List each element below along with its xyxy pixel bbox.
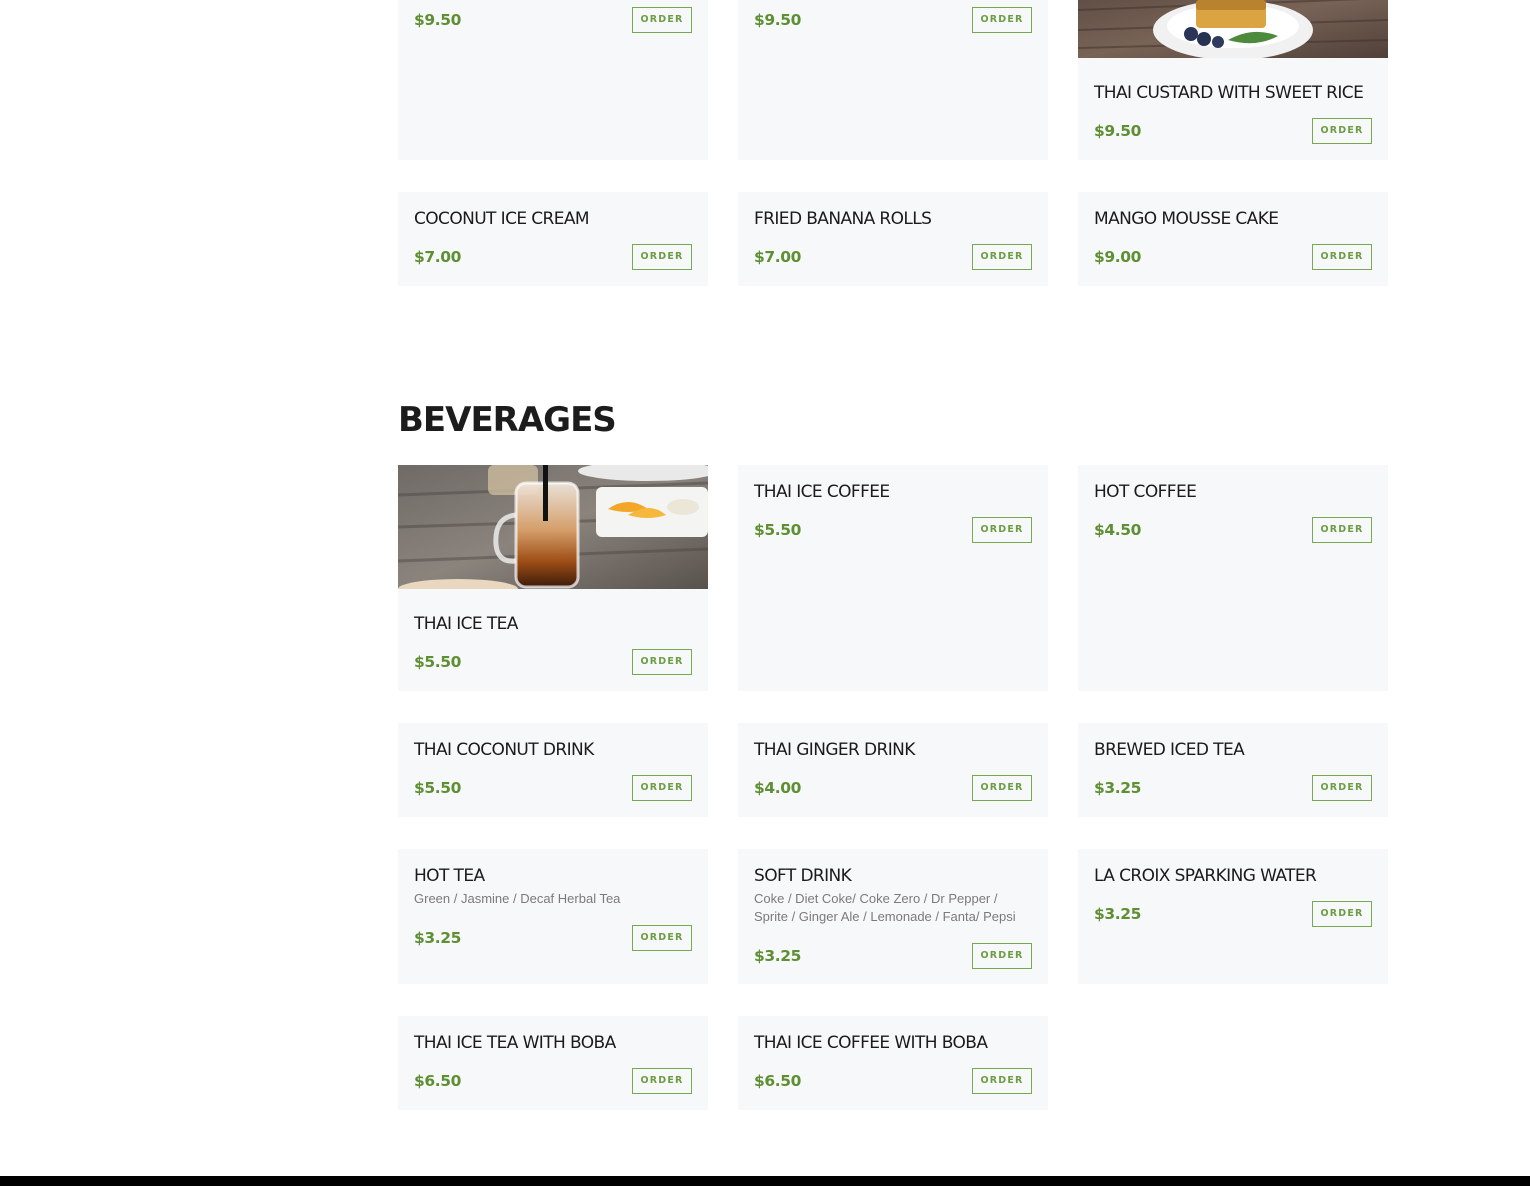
item-price: $6.50 bbox=[414, 1072, 462, 1090]
item-price: $3.25 bbox=[754, 947, 802, 965]
item-price: $9.00 bbox=[1094, 248, 1142, 266]
item-price: $5.50 bbox=[414, 779, 462, 797]
order-button[interactable]: ORDER bbox=[632, 7, 692, 33]
menu-item-card[interactable]: LA CROIX SPARKING WATER $3.25 ORDER bbox=[1078, 849, 1388, 984]
order-button[interactable]: ORDER bbox=[1312, 901, 1372, 927]
item-name: MANGO MOUSSE CAKE bbox=[1094, 209, 1279, 229]
section-title-beverages: BEVERAGES bbox=[398, 400, 617, 440]
item-name: THAI ICE TEA bbox=[414, 614, 518, 634]
menu-item-card[interactable]: THAI ICE TEA $5.50 ORDER bbox=[398, 465, 708, 691]
menu-item-card[interactable]: MANGO MOUSSE CAKE $9.00 ORDER bbox=[1078, 192, 1388, 286]
order-button[interactable]: ORDER bbox=[972, 517, 1032, 543]
item-name: THAI COCONUT DRINK bbox=[414, 740, 594, 760]
order-button[interactable]: ORDER bbox=[972, 1068, 1032, 1094]
menu-item-card[interactable]: $9.50 ORDER bbox=[398, 0, 708, 160]
item-name: THAI ICE COFFEE WITH BOBA bbox=[754, 1033, 988, 1053]
item-name: HOT COFFEE bbox=[1094, 482, 1197, 502]
item-price: $4.00 bbox=[754, 779, 802, 797]
order-button[interactable]: ORDER bbox=[972, 244, 1032, 270]
item-description: Coke / Diet Coke/ Coke Zero / Dr Pepper … bbox=[754, 891, 1016, 924]
item-price: $3.25 bbox=[414, 929, 462, 947]
item-name: LA CROIX SPARKING WATER bbox=[1094, 866, 1317, 886]
item-name: THAI GINGER DRINK bbox=[754, 740, 915, 760]
item-price: $3.25 bbox=[1094, 779, 1142, 797]
menu-item-card[interactable]: THAI COCONUT DRINK $5.50 ORDER bbox=[398, 723, 708, 817]
item-name: BREWED ICED TEA bbox=[1094, 740, 1245, 760]
item-price: $9.50 bbox=[754, 11, 802, 29]
order-button[interactable]: ORDER bbox=[972, 943, 1032, 969]
menu-item-card[interactable]: THAI ICE COFFEE $5.50 ORDER bbox=[738, 465, 1048, 691]
item-price: $9.50 bbox=[414, 11, 462, 29]
item-name: SOFT DRINK bbox=[754, 866, 852, 886]
item-description: Green / Jasmine / Decaf Herbal Tea bbox=[414, 891, 621, 906]
order-button[interactable]: ORDER bbox=[1312, 517, 1372, 543]
menu-item-card[interactable]: SOFT DRINK Coke / Diet Coke/ Coke Zero /… bbox=[738, 849, 1048, 984]
order-button[interactable]: ORDER bbox=[632, 244, 692, 270]
item-name: THAI ICE TEA WITH BOBA bbox=[414, 1033, 616, 1053]
item-name: COCONUT ICE CREAM bbox=[414, 209, 590, 229]
item-name: HOT TEA bbox=[414, 866, 485, 886]
order-button[interactable]: ORDER bbox=[632, 925, 692, 951]
item-name: THAI CUSTARD WITH SWEET RICE bbox=[1094, 83, 1364, 103]
order-button[interactable]: ORDER bbox=[632, 649, 692, 675]
order-button[interactable]: ORDER bbox=[972, 7, 1032, 33]
menu-item-card[interactable]: HOT TEA Green / Jasmine / Decaf Herbal T… bbox=[398, 849, 708, 984]
item-price: $5.50 bbox=[754, 521, 802, 539]
item-price: $9.50 bbox=[1094, 122, 1142, 140]
order-button[interactable]: ORDER bbox=[632, 1068, 692, 1094]
order-button[interactable]: ORDER bbox=[972, 775, 1032, 801]
menu-item-card[interactable]: BREWED ICED TEA $3.25 ORDER bbox=[1078, 723, 1388, 817]
item-name: THAI ICE COFFEE bbox=[754, 482, 890, 502]
item-price: $3.25 bbox=[1094, 905, 1142, 923]
item-price: $6.50 bbox=[754, 1072, 802, 1090]
order-button[interactable]: ORDER bbox=[1312, 118, 1372, 144]
order-button[interactable]: ORDER bbox=[1312, 244, 1372, 270]
menu-item-card[interactable]: THAI GINGER DRINK $4.00 ORDER bbox=[738, 723, 1048, 817]
item-price: $7.00 bbox=[754, 248, 802, 266]
thai-custard-photo bbox=[1078, 0, 1388, 58]
menu-item-card[interactable]: FRIED BANANA ROLLS $7.00 ORDER bbox=[738, 192, 1048, 286]
thai-ice-tea-photo bbox=[398, 465, 708, 589]
menu-item-card[interactable]: HOT COFFEE $4.50 ORDER bbox=[1078, 465, 1388, 691]
item-price: $5.50 bbox=[414, 653, 462, 671]
order-button[interactable]: ORDER bbox=[1312, 775, 1372, 801]
menu-item-card[interactable]: THAI ICE TEA WITH BOBA $6.50 ORDER bbox=[398, 1016, 708, 1110]
footer-bar bbox=[0, 1176, 1530, 1186]
item-price: $4.50 bbox=[1094, 521, 1142, 539]
item-price: $7.00 bbox=[414, 248, 462, 266]
menu-item-card[interactable]: THAI ICE COFFEE WITH BOBA $6.50 ORDER bbox=[738, 1016, 1048, 1110]
menu-item-card[interactable]: $9.50 ORDER bbox=[738, 0, 1048, 160]
menu-item-card[interactable]: COCONUT ICE CREAM $7.00 ORDER bbox=[398, 192, 708, 286]
item-name: FRIED BANANA ROLLS bbox=[754, 209, 932, 229]
menu-item-card[interactable]: THAI CUSTARD WITH SWEET RICE $9.50 ORDER bbox=[1078, 0, 1388, 160]
order-button[interactable]: ORDER bbox=[632, 775, 692, 801]
